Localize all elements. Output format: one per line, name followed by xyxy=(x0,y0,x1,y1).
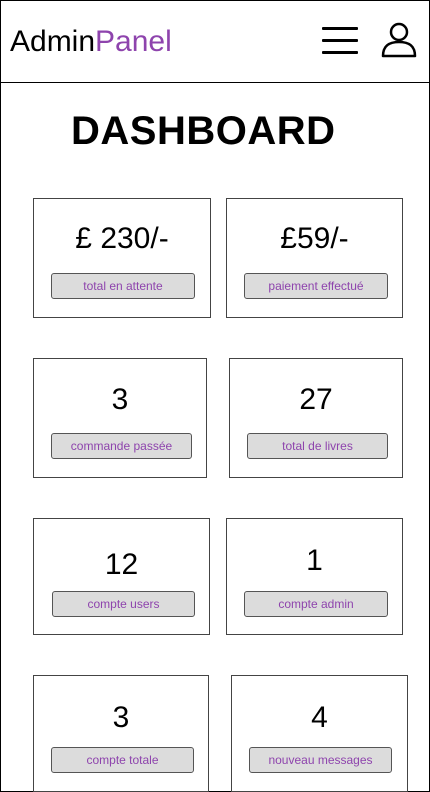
stat-label-button[interactable]: compte totale xyxy=(51,747,194,773)
page-title: DASHBOARD xyxy=(71,109,336,153)
stat-label-button[interactable]: commande passée xyxy=(51,433,192,459)
stat-card-total-accounts: 3 compte totale xyxy=(33,675,209,792)
stat-label-button[interactable]: total en attente xyxy=(51,273,195,299)
stat-value: £ 230/- xyxy=(75,222,169,255)
stat-label-button[interactable]: total de livres xyxy=(247,433,388,459)
stat-card-payment-done: £59/- paiement effectué xyxy=(226,198,403,318)
stat-card-books: 27 total de livres xyxy=(229,358,403,478)
user-profile-icon[interactable] xyxy=(380,21,418,59)
stat-label-button[interactable]: compte admin xyxy=(244,591,388,617)
stat-card-pending-total: £ 230/- total en attente xyxy=(33,198,211,318)
stat-card-admins: 1 compte admin xyxy=(226,518,403,635)
brand-text-panel: Panel xyxy=(95,25,172,58)
stat-label-button[interactable]: compte users xyxy=(52,591,195,617)
stat-value: 1 xyxy=(306,544,323,577)
stat-label-button[interactable]: nouveau messages xyxy=(249,747,392,773)
stat-value: 27 xyxy=(299,383,333,416)
brand-text-admin: Admin xyxy=(10,25,96,58)
top-header: AdminPanel xyxy=(0,0,430,83)
stat-card-new-messages: 4 nouveau messages xyxy=(231,675,408,792)
stat-value: 4 xyxy=(311,701,328,734)
stat-card-orders: 3 commande passée xyxy=(33,358,207,478)
stat-value: £59/- xyxy=(280,222,349,255)
stat-card-users: 12 compte users xyxy=(33,518,210,635)
stat-value: 3 xyxy=(112,701,130,734)
stat-value: 12 xyxy=(104,548,139,581)
stat-label-button[interactable]: paiement effectué xyxy=(244,273,388,299)
hamburger-menu-icon[interactable] xyxy=(322,27,358,55)
brand-logo[interactable]: AdminPanel xyxy=(10,24,172,60)
stat-value: 3 xyxy=(111,383,129,416)
